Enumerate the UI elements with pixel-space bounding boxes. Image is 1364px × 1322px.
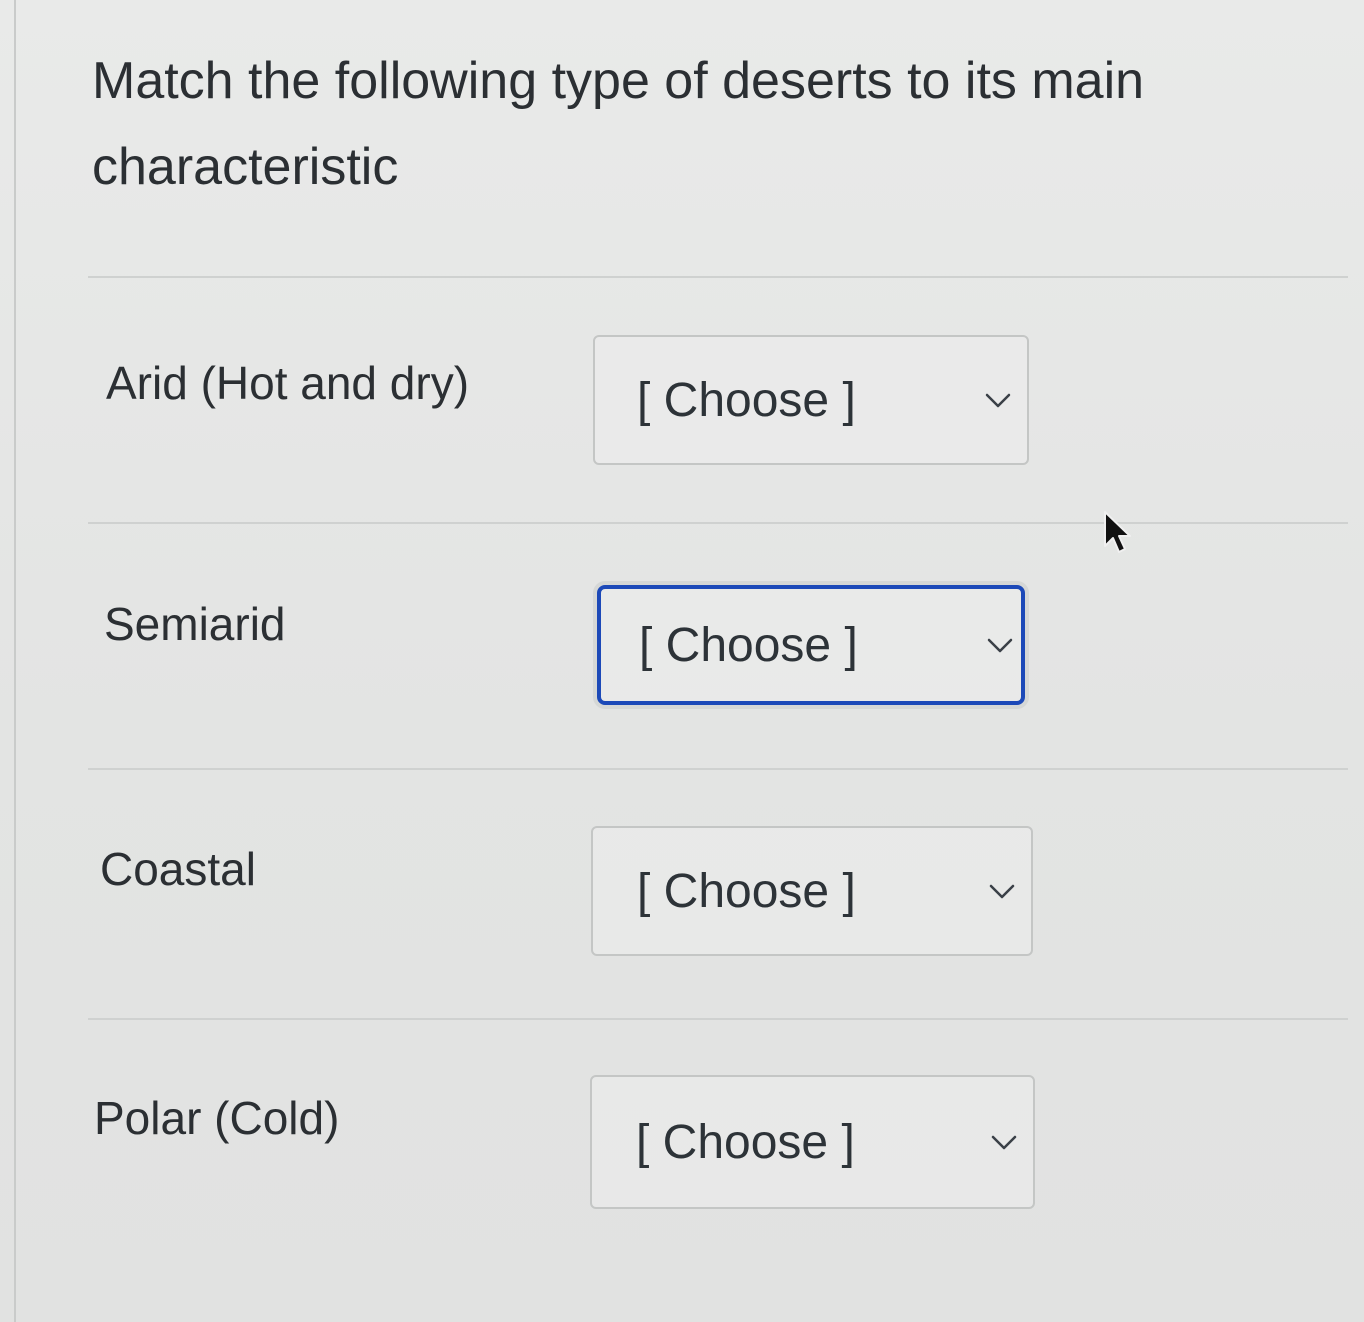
answer-label-coastal: Coastal <box>100 843 256 895</box>
chevron-down-icon <box>983 385 1013 415</box>
answer-label-semiarid: Semiarid <box>104 598 286 650</box>
select-polar[interactable]: [ Choose ] <box>590 1075 1035 1209</box>
chevron-down-icon <box>989 1127 1019 1157</box>
select-semiarid[interactable]: [ Choose ] <box>597 585 1025 705</box>
select-value: [ Choose ] <box>636 1115 855 1169</box>
question-text: Match the following type of deserts to i… <box>92 52 1145 196</box>
select-coastal[interactable]: [ Choose ] <box>591 826 1033 956</box>
chevron-down-icon <box>985 630 1015 660</box>
select-value: [ Choose ] <box>637 373 856 427</box>
divider <box>88 522 1348 524</box>
select-value: [ Choose ] <box>639 618 858 672</box>
mouse-pointer-icon <box>1102 510 1136 558</box>
divider <box>88 1018 1348 1020</box>
answer-label-arid: Arid (Hot and dry) <box>106 357 470 409</box>
answer-label-polar: Polar (Cold) <box>94 1092 340 1144</box>
divider <box>88 276 1348 278</box>
divider <box>88 768 1348 770</box>
chevron-down-icon <box>987 876 1017 906</box>
page-left-border <box>14 0 16 1322</box>
select-arid[interactable]: [ Choose ] <box>593 335 1029 465</box>
select-value: [ Choose ] <box>637 864 856 918</box>
quiz-page: Match the following type of deserts to i… <box>0 0 1364 1322</box>
